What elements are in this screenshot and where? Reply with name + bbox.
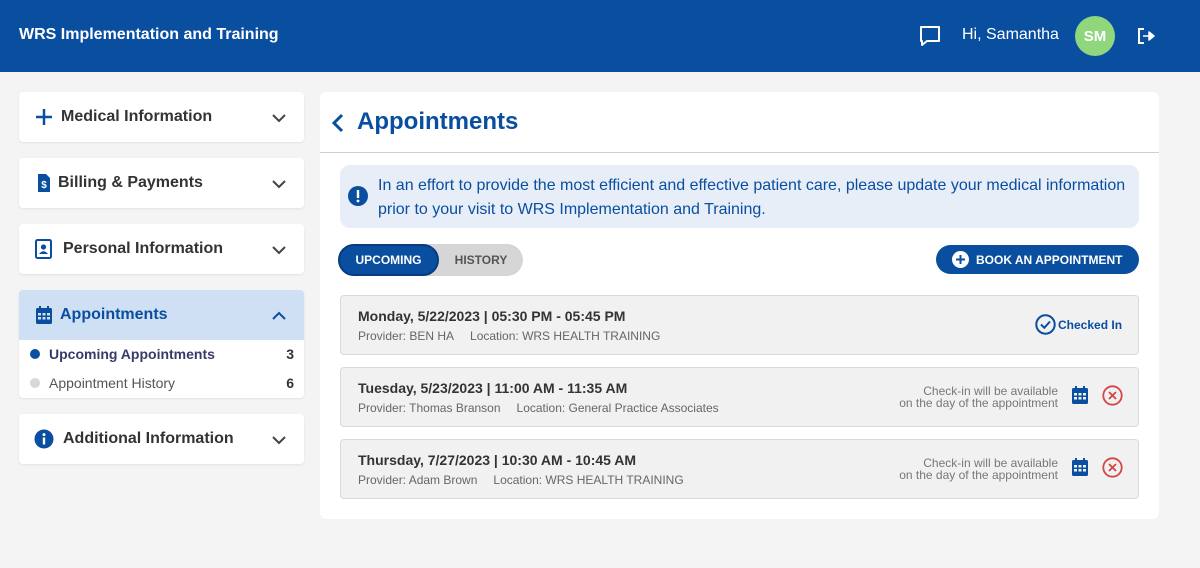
chevron-down-icon <box>272 436 286 445</box>
checkin-line-2: on the day of the appointment <box>899 396 1058 410</box>
info-icon <box>34 429 54 449</box>
sidebar-subitem-label: Upcoming Appointments <box>49 346 215 362</box>
appointment-location: Location: WRS HEALTH TRAINING <box>470 329 661 343</box>
appointment-location: Location: WRS HEALTH TRAINING <box>493 473 684 487</box>
invoice-icon: $ <box>38 174 50 192</box>
sidebar-item-label: Appointments <box>60 306 168 323</box>
sidebar-subitem-history[interactable]: Appointment History 6 <box>19 369 304 398</box>
tab-upcoming[interactable]: UPCOMING <box>338 244 439 276</box>
app-title: WRS Implementation and Training <box>19 26 279 43</box>
appointment-datetime: Monday, 5/22/2023 | 05:30 PM - 05:45 PM <box>358 308 626 324</box>
checkin-line-2: on the day of the appointment <box>899 468 1058 482</box>
chat-icon[interactable] <box>918 24 942 48</box>
appointment-provider: Provider: BEN HA <box>358 329 455 343</box>
sidebar-item-billing-payments[interactable]: $ Billing & Payments <box>19 158 304 208</box>
sidebar-item-personal-information[interactable]: Personal Information <box>19 224 304 274</box>
notice-text: In an effort to provide the most efficie… <box>378 177 1126 218</box>
calendar-icon[interactable] <box>1070 457 1090 477</box>
count-badge: 6 <box>286 375 294 391</box>
cancel-icon[interactable] <box>1102 385 1123 406</box>
appointment-datetime: Thursday, 7/27/2023 | 10:30 AM - 10:45 A… <box>358 452 637 468</box>
sidebar-item-appointments[interactable]: Appointments <box>19 290 304 340</box>
plus-circle-icon <box>952 251 969 268</box>
chevron-down-icon <box>272 114 286 123</box>
logout-icon[interactable] <box>1136 26 1156 46</box>
chevron-down-icon <box>272 246 286 255</box>
appointment-card[interactable]: Monday, 5/22/2023 | 05:30 PM - 05:45 PM … <box>340 295 1139 355</box>
appointment-location: Location: General Practice Associates <box>516 401 719 415</box>
user-greeting: Hi, Samantha <box>962 26 1059 43</box>
sidebar-item-label: Medical Information <box>61 108 213 125</box>
count-badge: 3 <box>286 346 294 362</box>
page-title: Appointments <box>357 108 519 135</box>
active-dot <box>30 349 40 359</box>
appointment-tabs: UPCOMING HISTORY <box>338 244 523 276</box>
svg-text:$: $ <box>41 180 47 191</box>
sidebar-item-label: Billing & Payments <box>58 174 203 191</box>
inactive-dot <box>30 378 40 388</box>
sidebar-section-appointments: Appointments Upcoming Appointments 3 App… <box>19 290 304 398</box>
appointment-provider: Provider: Thomas Branson <box>358 401 501 415</box>
sidebar-section-additional: Additional Information <box>19 414 304 464</box>
sidebar-section-billing: $ Billing & Payments <box>19 158 304 208</box>
avatar[interactable]: SM <box>1075 16 1115 56</box>
appointment-meta: Provider: Adam Brown Location: WRS HEALTH… <box>358 473 684 487</box>
sidebar-item-label: Additional Information <box>63 430 234 447</box>
checkin-availability: Check-in will be available on the day of… <box>858 457 1058 481</box>
sidebar-item-additional-information[interactable]: Additional Information <box>19 414 304 464</box>
book-appointment-label: BOOK AN APPOINTMENT <box>976 253 1123 267</box>
cancel-icon[interactable] <box>1102 457 1123 478</box>
book-appointment-button[interactable]: BOOK AN APPOINTMENT <box>936 245 1139 274</box>
divider <box>320 152 1159 153</box>
tab-history[interactable]: HISTORY <box>439 244 523 276</box>
chevron-left-icon[interactable] <box>330 112 346 134</box>
info-notice: In an effort to provide the most efficie… <box>340 165 1139 228</box>
appointment-card[interactable]: Tuesday, 5/23/2023 | 11:00 AM - 11:35 AM… <box>340 367 1139 427</box>
appointment-meta: Provider: BEN HA Location: WRS HEALTH TRA… <box>358 329 660 343</box>
checkin-availability: Check-in will be available on the day of… <box>858 385 1058 409</box>
chevron-down-icon <box>272 180 286 189</box>
chevron-up-icon <box>272 311 286 320</box>
appointment-meta: Provider: Thomas Branson Location: Genera… <box>358 401 719 415</box>
sidebar-subitem-label: Appointment History <box>49 375 176 391</box>
calendar-icon[interactable] <box>1070 385 1090 405</box>
checked-in-label: Checked In <box>1058 318 1123 332</box>
sidebar-item-label: Personal Information <box>63 240 224 257</box>
checked-in-status[interactable]: Checked In <box>1035 314 1130 336</box>
check-circle-icon <box>1035 314 1056 335</box>
calendar-icon <box>36 306 52 324</box>
appointment-datetime: Tuesday, 5/23/2023 | 11:00 AM - 11:35 AM <box>358 380 628 396</box>
sidebar-subitem-upcoming[interactable]: Upcoming Appointments 3 <box>19 340 304 369</box>
sidebar-section-medical: Medical Information <box>19 92 304 142</box>
exclamation-icon <box>348 186 368 206</box>
sidebar-item-medical-information[interactable]: Medical Information <box>19 92 304 142</box>
appointment-card[interactable]: Thursday, 7/27/2023 | 10:30 AM - 10:45 A… <box>340 439 1139 499</box>
contact-card-icon <box>35 239 52 259</box>
appointments-panel: Appointments In an effort to provide the… <box>320 92 1159 519</box>
plus-icon <box>36 109 52 125</box>
appointment-provider: Provider: Adam Brown <box>358 473 478 487</box>
top-bar: WRS Implementation and Training Hi, Sama… <box>0 0 1200 72</box>
sidebar-section-personal: Personal Information <box>19 224 304 274</box>
